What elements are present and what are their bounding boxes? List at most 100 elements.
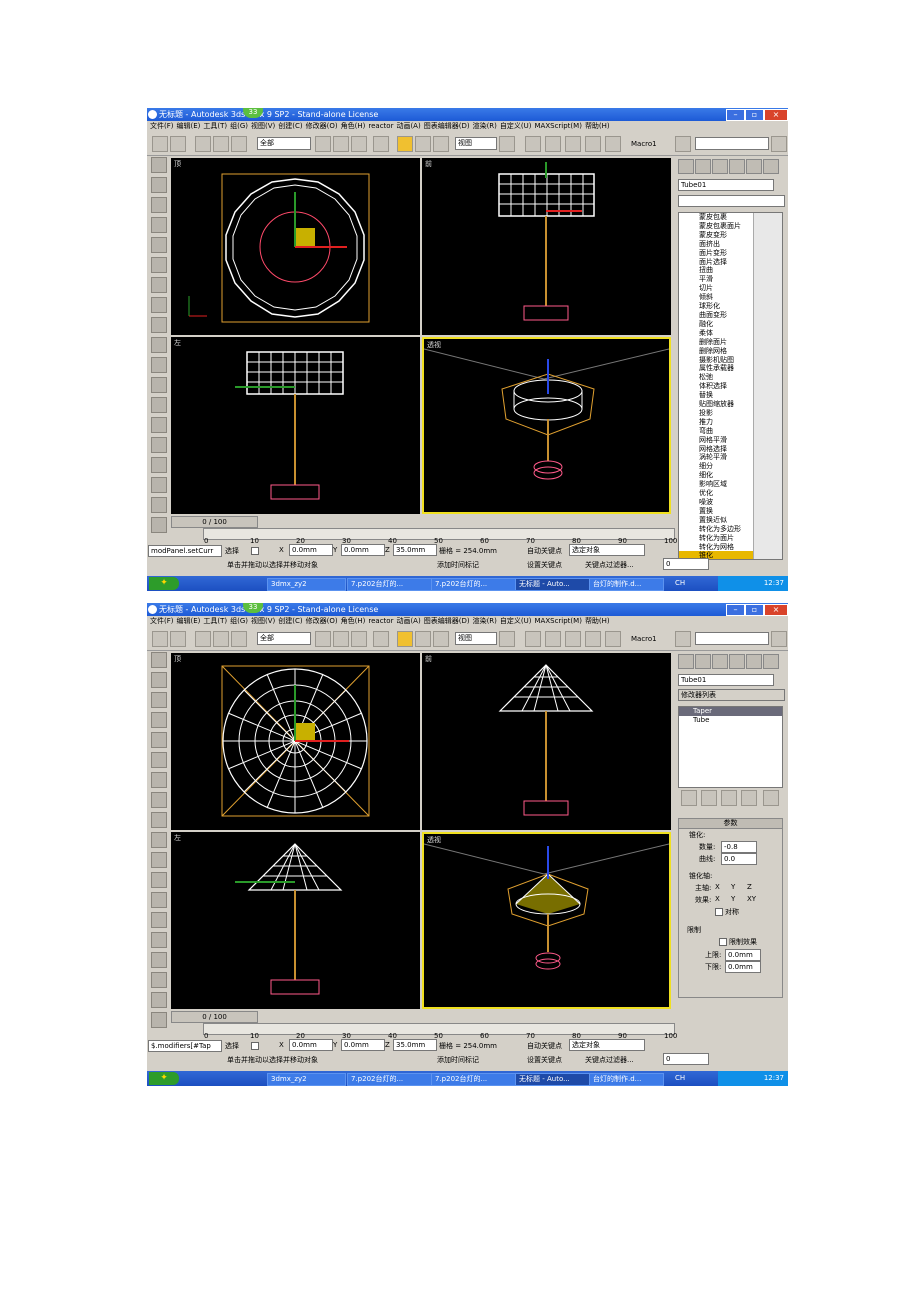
select-object-icon[interactable] xyxy=(315,631,331,647)
y-coordinate-field[interactable]: 0.0mm xyxy=(341,1039,385,1051)
lock-selection-icon[interactable] xyxy=(251,1042,259,1050)
task-button[interactable]: 7.p202台灯的... xyxy=(431,578,516,591)
viewport-left[interactable]: 左 xyxy=(171,337,420,514)
display-tab-icon[interactable] xyxy=(746,654,762,669)
display-tab-icon[interactable] xyxy=(746,159,762,174)
menu-item[interactable]: 编辑(E) xyxy=(177,617,201,625)
maxscript-listener[interactable]: $.modifiers[#Tap xyxy=(148,1040,222,1052)
start-button[interactable]: ✦ xyxy=(149,1072,179,1085)
menu-item[interactable]: 组(G) xyxy=(230,617,248,625)
hierarchy-tab-icon[interactable] xyxy=(712,159,728,174)
menu-item[interactable]: 编辑(E) xyxy=(177,122,201,130)
stack-item-tube[interactable]: Tube xyxy=(679,716,782,725)
selected-objects-dropdown[interactable]: 选定对象 xyxy=(569,544,645,556)
time-slider[interactable]: 0 / 100 xyxy=(171,516,258,528)
motion-tab-icon[interactable] xyxy=(729,159,745,174)
tool-icon[interactable] xyxy=(151,852,167,868)
tool-icon[interactable] xyxy=(151,832,167,848)
window-crossing-icon[interactable] xyxy=(373,631,389,647)
primary-z-radio[interactable]: Z xyxy=(747,883,752,891)
percent-snap-icon[interactable] xyxy=(585,631,601,647)
maximize-button[interactable]: ▫ xyxy=(745,109,764,121)
select-manipulate-icon[interactable] xyxy=(525,631,541,647)
task-button[interactable]: 3dmx_zy2 xyxy=(267,578,346,591)
select-and-move-icon[interactable] xyxy=(397,136,413,152)
viewport-perspective[interactable]: 透视 xyxy=(422,832,671,1009)
create-tab-icon[interactable] xyxy=(678,654,694,669)
tool-icon[interactable] xyxy=(151,692,167,708)
macro-label[interactable]: Macro1 xyxy=(631,140,657,148)
add-time-tag[interactable]: 添加时间标记 xyxy=(437,560,479,570)
tool-icon[interactable] xyxy=(151,297,167,313)
spinner-snap-icon[interactable] xyxy=(605,136,621,152)
task-button[interactable]: 7.p202台灯的... xyxy=(431,1073,516,1086)
hierarchy-tab-icon[interactable] xyxy=(712,654,728,669)
select-by-name-icon[interactable] xyxy=(333,136,349,152)
menu-item[interactable]: 帮助(H) xyxy=(585,617,610,625)
close-button[interactable]: × xyxy=(764,109,788,121)
lower-limit-field[interactable]: 0.0mm xyxy=(725,961,761,973)
primary-y-radio[interactable]: Y xyxy=(731,883,735,891)
lock-selection-icon[interactable] xyxy=(251,547,259,555)
rect-selection-icon[interactable] xyxy=(351,136,367,152)
tool-icon[interactable] xyxy=(151,792,167,808)
menu-item[interactable]: 角色(H) xyxy=(341,122,366,130)
menu-item[interactable]: reactor xyxy=(368,617,393,625)
menu-item[interactable]: 动画(A) xyxy=(396,617,420,625)
mirror-icon[interactable] xyxy=(771,631,787,647)
menu-item[interactable]: 图表编辑器(D) xyxy=(424,122,470,130)
select-and-rotate-icon[interactable] xyxy=(415,136,431,152)
amount-field[interactable]: -0.8 xyxy=(721,841,757,853)
make-unique-icon[interactable] xyxy=(721,790,737,806)
tool-icon[interactable] xyxy=(151,277,167,293)
tool-icon[interactable] xyxy=(151,177,167,193)
undo-icon[interactable] xyxy=(152,631,168,647)
task-button[interactable]: 台灯的制作.d... xyxy=(589,1073,664,1086)
pin-stack-icon[interactable] xyxy=(681,790,697,806)
tool-icon[interactable] xyxy=(151,397,167,413)
pivot-center-icon[interactable] xyxy=(499,631,515,647)
menu-item[interactable]: 渲染(R) xyxy=(473,617,497,625)
track-bar[interactable]: 0 10 20 30 40 50 60 70 80 90 100 xyxy=(203,1023,677,1040)
menu-item[interactable]: 工具(T) xyxy=(203,122,227,130)
viewport-left[interactable]: 左 xyxy=(171,832,420,1009)
macro-label[interactable]: Macro1 xyxy=(631,635,657,643)
utilities-tab-icon[interactable] xyxy=(763,159,779,174)
tool-icon[interactable] xyxy=(151,517,167,533)
select-by-name-icon[interactable] xyxy=(333,631,349,647)
named-selection-icon[interactable] xyxy=(675,136,691,152)
current-frame-field[interactable]: 0 xyxy=(663,558,709,570)
menu-item[interactable]: 帮助(H) xyxy=(585,122,610,130)
modifier-list-dropdown[interactable]: 修改器列表 xyxy=(678,689,785,701)
tool-icon[interactable] xyxy=(151,752,167,768)
pivot-center-icon[interactable] xyxy=(499,136,515,152)
select-link-icon[interactable] xyxy=(195,136,211,152)
menu-item[interactable]: 文件(F) xyxy=(150,617,174,625)
tool-icon[interactable] xyxy=(151,357,167,373)
task-button[interactable]: 3dmx_zy2 xyxy=(267,1073,346,1086)
current-frame-field[interactable]: 0 xyxy=(663,1053,709,1065)
tool-icon[interactable] xyxy=(151,317,167,333)
bind-space-warp-icon[interactable] xyxy=(231,136,247,152)
auto-key-button[interactable]: 自动关键点 xyxy=(527,1041,562,1051)
reference-coord-dropdown[interactable]: 视图 xyxy=(455,632,497,645)
viewport-top[interactable]: 顶 xyxy=(171,653,420,830)
viewport-top[interactable]: 顶 xyxy=(171,158,420,335)
select-manipulate-icon[interactable] xyxy=(525,136,541,152)
modify-tab-icon[interactable] xyxy=(695,654,711,669)
menu-item[interactable]: 动画(A) xyxy=(396,122,420,130)
x-coordinate-field[interactable]: 0.0mm xyxy=(289,544,333,556)
language-indicator[interactable]: CH xyxy=(675,1074,685,1082)
selected-objects-dropdown[interactable]: 选定对象 xyxy=(569,1039,645,1051)
menu-item[interactable]: 文件(F) xyxy=(150,122,174,130)
tool-icon[interactable] xyxy=(151,932,167,948)
bind-space-warp-icon[interactable] xyxy=(231,631,247,647)
select-and-move-icon[interactable] xyxy=(397,631,413,647)
viewport-front[interactable]: 前 xyxy=(422,653,671,830)
effect-y-radio[interactable]: Y xyxy=(731,895,735,903)
tool-icon[interactable] xyxy=(151,872,167,888)
menu-item[interactable]: 组(G) xyxy=(230,122,248,130)
select-object-icon[interactable] xyxy=(315,136,331,152)
tool-icon[interactable] xyxy=(151,217,167,233)
maxscript-listener[interactable]: modPanel.setCurr xyxy=(148,545,222,557)
